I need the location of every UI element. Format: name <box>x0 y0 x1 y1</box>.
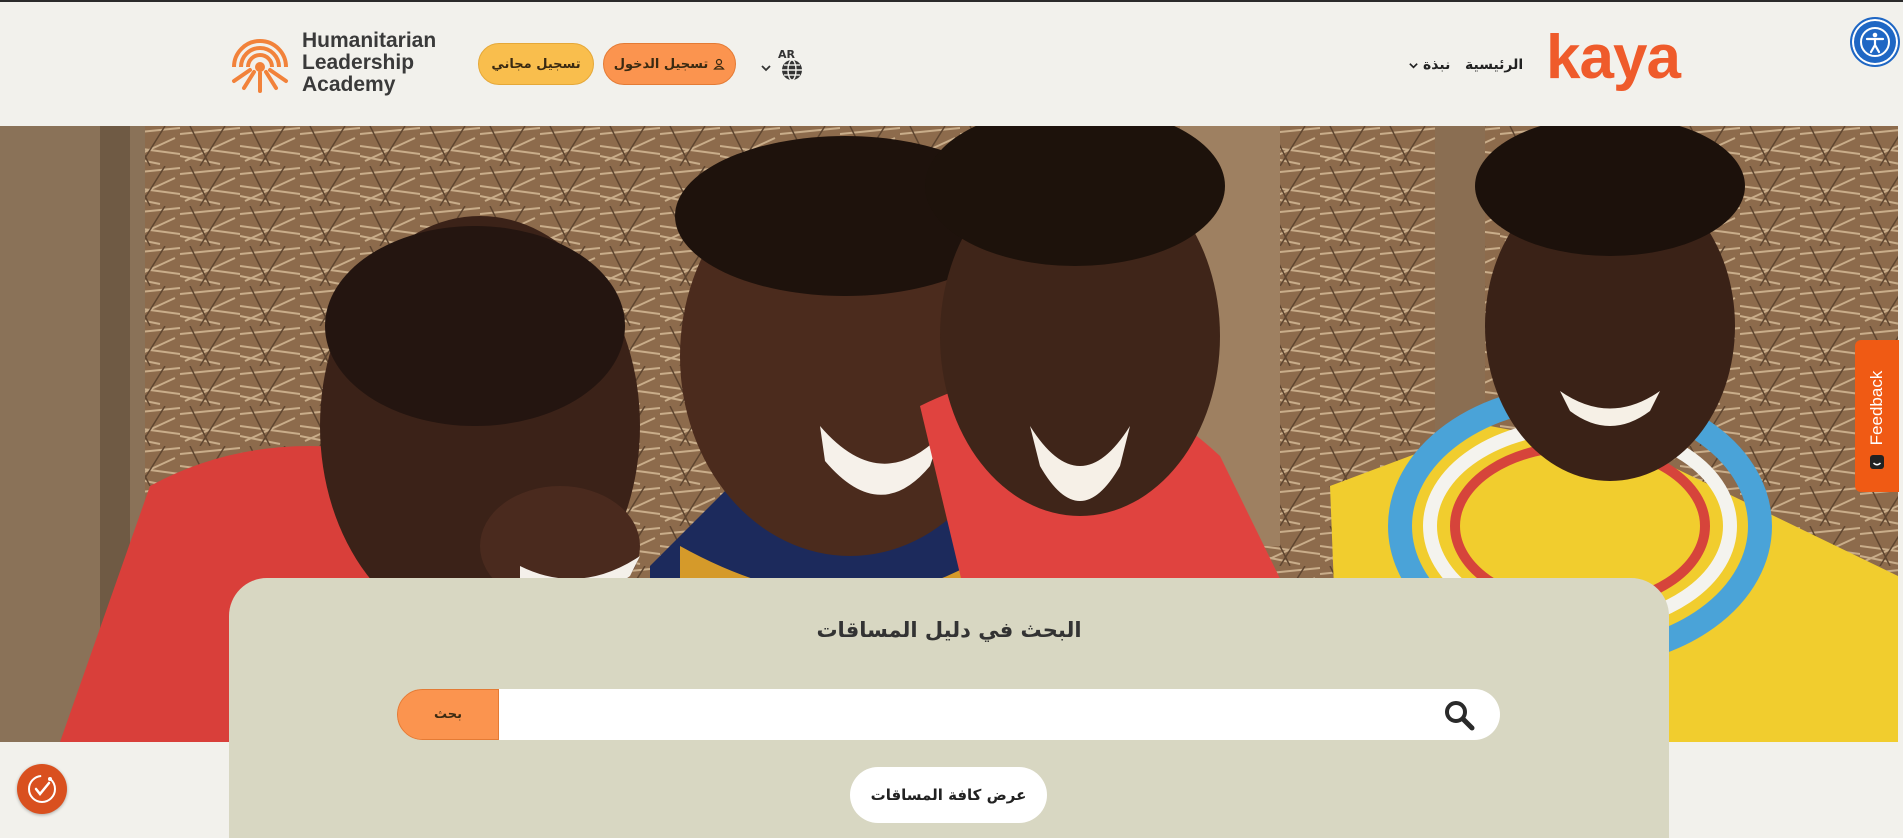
user-icon <box>713 58 726 70</box>
nav-about-label: نبذة <box>1423 57 1451 73</box>
view-all-courses-label: عرض كافة المساقات <box>870 786 1027 804</box>
search-panel-title: البحث في دليل المساقات <box>816 618 1082 642</box>
kaya-logo[interactable]: kaya <box>1546 27 1681 89</box>
cookie-consent-icon <box>28 775 56 803</box>
hla-logo-line: Leadership <box>302 51 415 74</box>
signup-button-label: تسجيل مجاني <box>491 56 581 72</box>
feedback-label: Feedback <box>1867 370 1886 446</box>
globe-icon <box>782 59 802 81</box>
login-button-label: تسجيل الدخول <box>613 56 709 72</box>
site-header: Humanitarian Leadership Academy تسجيل مج… <box>0 2 1903 126</box>
course-search-panel: البحث في دليل المساقات بحث عرض كافة المس… <box>229 578 1669 838</box>
search-button[interactable]: بحث <box>397 689 499 740</box>
nav-item-about[interactable]: نبذة <box>1408 57 1450 73</box>
view-all-courses-button[interactable]: عرض كافة المساقات <box>850 767 1047 823</box>
hla-logo-line: Humanitarian <box>302 29 437 52</box>
search-bar: بحث <box>397 689 1500 742</box>
search-input[interactable] <box>501 689 1445 742</box>
language-selector[interactable]: AR <box>758 48 806 82</box>
chevron-down-icon <box>761 65 771 72</box>
search-button-label: بحث <box>433 707 462 722</box>
hla-sun-icon <box>232 39 288 93</box>
nav-item-home[interactable]: الرئيسية <box>1465 57 1523 73</box>
humanitarian-leadership-academy-logo[interactable]: Humanitarian Leadership Academy <box>228 30 436 96</box>
cookie-consent-button[interactable] <box>17 764 67 814</box>
feedback-tab[interactable]: Feedback <box>1855 340 1899 492</box>
search-icon[interactable] <box>1443 699 1475 731</box>
accessibility-button[interactable] <box>1850 17 1900 67</box>
login-button[interactable]: تسجيل الدخول <box>603 43 736 85</box>
accessibility-icon <box>1860 27 1890 57</box>
smile-icon <box>1870 455 1884 469</box>
free-signup-button[interactable]: تسجيل مجاني <box>478 43 594 85</box>
hla-logo-line: Academy <box>302 73 396 96</box>
chevron-down-icon <box>1409 62 1418 69</box>
